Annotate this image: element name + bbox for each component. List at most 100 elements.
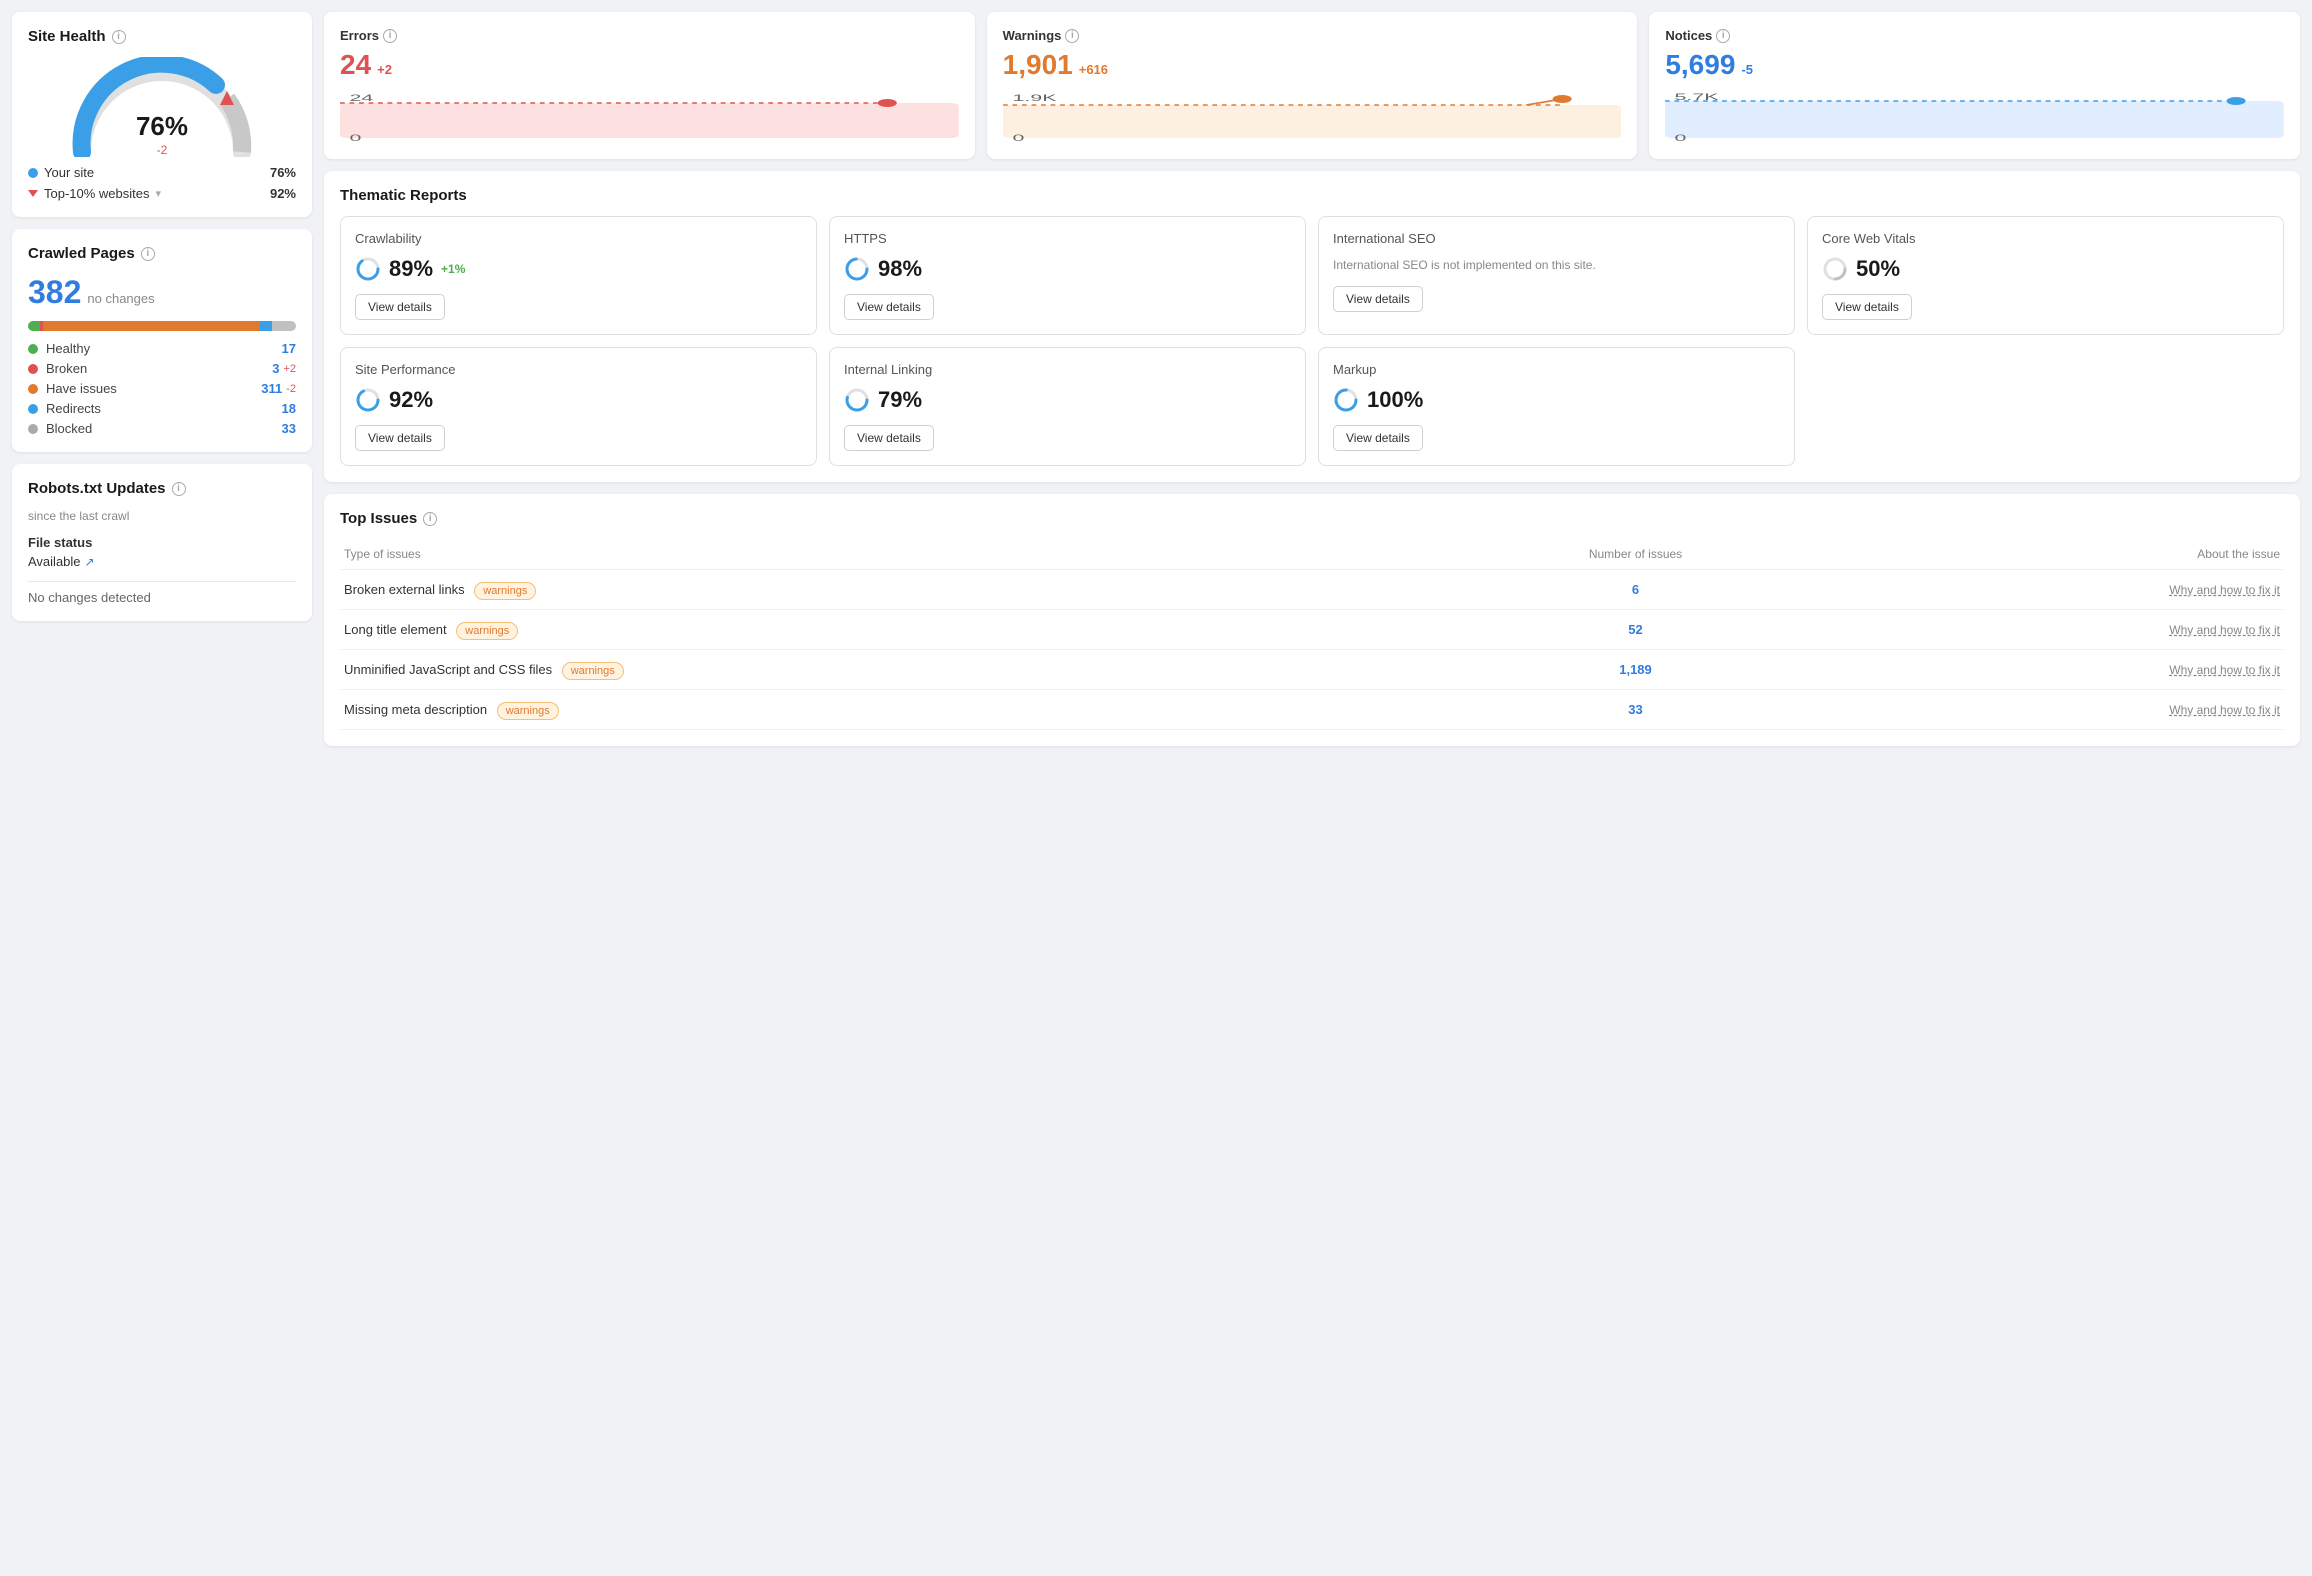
- thematic-site-perf-score-row: 92%: [355, 387, 802, 413]
- table-row: Broken external links warnings 6 Why and…: [340, 570, 2284, 610]
- notices-label: Notices i: [1665, 28, 2284, 43]
- https-view-details[interactable]: View details: [844, 294, 934, 320]
- svg-text:0: 0: [1012, 133, 1024, 143]
- crawled-item-issues: Have issues 311 -2: [28, 381, 296, 396]
- top-sites-value: 92%: [270, 186, 296, 201]
- no-changes-text: No changes detected: [28, 590, 296, 605]
- site-health-card: Site Health i 76% -2: [12, 12, 312, 217]
- thematic-int-link-name: Internal Linking: [844, 362, 1291, 377]
- top-sites-row: Top-10% websites ▾ 92%: [28, 186, 296, 201]
- fix-link[interactable]: Why and how to fix it: [2169, 663, 2280, 677]
- thematic-internal-linking: Internal Linking 79% View details: [829, 347, 1306, 466]
- warning-badge: warnings: [497, 702, 559, 720]
- gauge-percent: 76%: [136, 111, 188, 142]
- thematic-reports-card: Thematic Reports Crawlability 89% +1%: [324, 171, 2300, 482]
- top-sites-chevron[interactable]: ▾: [156, 187, 162, 200]
- top-issues-card: Top Issues i Type of issues Number of is…: [324, 494, 2300, 746]
- value-broken-row: 3 +2: [272, 361, 296, 376]
- issue-fix-cell: Why and how to fix it: [1830, 610, 2284, 650]
- notices-value-row: 5,699 -5: [1665, 49, 2284, 81]
- int-link-view-details[interactable]: View details: [844, 425, 934, 451]
- thematic-markup-score: 100%: [1367, 387, 1423, 413]
- errors-card: Errors i 24 +2 24 0: [324, 12, 975, 159]
- warnings-label: Warnings i: [1003, 28, 1622, 43]
- warnings-value-row: 1,901 +616: [1003, 49, 1622, 81]
- intl-seo-view-details[interactable]: View details: [1333, 286, 1423, 312]
- thematic-cwv-name: Core Web Vitals: [1822, 231, 2269, 246]
- value-issues: 311: [261, 381, 282, 396]
- thematic-int-link-score: 79%: [878, 387, 922, 413]
- thematic-site-perf-score: 92%: [389, 387, 433, 413]
- thematic-https: HTTPS 98% View details: [829, 216, 1306, 335]
- value-blocked: 33: [282, 421, 296, 436]
- issue-count-cell: 6: [1441, 570, 1829, 610]
- notices-change: -5: [1741, 62, 1753, 77]
- thematic-https-name: HTTPS: [844, 231, 1291, 246]
- issues-table: Type of issues Number of issues About th…: [340, 539, 2284, 730]
- issue-count: 52: [1628, 622, 1642, 637]
- label-healthy: Healthy: [46, 341, 90, 356]
- col-count: Number of issues: [1441, 539, 1829, 570]
- errors-value: 24: [340, 49, 371, 81]
- crawlability-circle: [355, 256, 381, 282]
- crawled-item-redirects: Redirects 18: [28, 401, 296, 416]
- notices-info-icon[interactable]: i: [1716, 29, 1730, 43]
- site-perf-view-details[interactable]: View details: [355, 425, 445, 451]
- dot-issues: [28, 384, 38, 394]
- issue-count: 1,189: [1619, 662, 1652, 677]
- metrics-row: Errors i 24 +2 24 0: [324, 12, 2300, 159]
- issue-count-cell: 33: [1441, 690, 1829, 730]
- thematic-site-performance: Site Performance 92% View details: [340, 347, 817, 466]
- issue-fix-cell: Why and how to fix it: [1830, 570, 2284, 610]
- table-row: Long title element warnings 52 Why and h…: [340, 610, 2284, 650]
- thematic-markup-name: Markup: [1333, 362, 1780, 377]
- thematic-https-score: 98%: [878, 256, 922, 282]
- thematic-markup: Markup 100% View details: [1318, 347, 1795, 466]
- errors-info-icon[interactable]: i: [383, 29, 397, 43]
- fix-link[interactable]: Why and how to fix it: [2169, 623, 2280, 637]
- issue-count: 6: [1632, 582, 1639, 597]
- markup-view-details[interactable]: View details: [1333, 425, 1423, 451]
- thematic-site-perf-name: Site Performance: [355, 362, 802, 377]
- file-status-value: Available ↗: [28, 554, 296, 569]
- label-blocked: Blocked: [46, 421, 92, 436]
- warning-badge: warnings: [562, 662, 624, 680]
- top-issues-info-icon[interactable]: i: [423, 512, 437, 526]
- issue-count-cell: 1,189: [1441, 650, 1829, 690]
- col-type: Type of issues: [340, 539, 1441, 570]
- thematic-crawlability-score-row: 89% +1%: [355, 256, 802, 282]
- crawled-progress-bar: [28, 321, 296, 331]
- crawled-pages-info-icon[interactable]: i: [141, 247, 155, 261]
- svg-text:0: 0: [350, 133, 362, 143]
- crawled-list: Healthy 17 Broken 3 +2: [28, 341, 296, 436]
- thematic-reports-title: Thematic Reports: [340, 187, 467, 204]
- issue-type-cell: Missing meta description warnings: [340, 690, 1441, 730]
- errors-chart: 24 0: [340, 91, 959, 143]
- robots-title: Robots.txt Updates: [28, 480, 166, 497]
- site-perf-circle: [355, 387, 381, 413]
- fix-link[interactable]: Why and how to fix it: [2169, 703, 2280, 717]
- crawlability-view-details[interactable]: View details: [355, 294, 445, 320]
- table-row: Unminified JavaScript and CSS files warn…: [340, 650, 2284, 690]
- cwv-view-details[interactable]: View details: [1822, 294, 1912, 320]
- external-link-icon[interactable]: ↗: [85, 555, 95, 569]
- https-circle: [844, 256, 870, 282]
- your-site-value: 76%: [270, 165, 296, 180]
- warnings-info-icon[interactable]: i: [1065, 29, 1079, 43]
- divider: [28, 581, 296, 582]
- pb-issues: [43, 321, 260, 331]
- crawled-pages-title: Crawled Pages: [28, 245, 135, 262]
- thematic-empty-slot: [1807, 347, 2284, 466]
- site-health-info-icon[interactable]: i: [112, 30, 126, 44]
- thematic-markup-score-row: 100%: [1333, 387, 1780, 413]
- gauge-center: 76% -2: [136, 111, 188, 157]
- thematic-grid-row2: Site Performance 92% View details Intern…: [340, 347, 2284, 466]
- your-site-dot: [28, 168, 38, 178]
- int-link-circle: [844, 387, 870, 413]
- crawled-item-broken: Broken 3 +2: [28, 361, 296, 376]
- notices-chart: 5.7K 0: [1665, 91, 2284, 143]
- file-status-text: Available: [28, 554, 81, 569]
- label-broken: Broken: [46, 361, 87, 376]
- robots-info-icon[interactable]: i: [172, 482, 186, 496]
- fix-link[interactable]: Why and how to fix it: [2169, 583, 2280, 597]
